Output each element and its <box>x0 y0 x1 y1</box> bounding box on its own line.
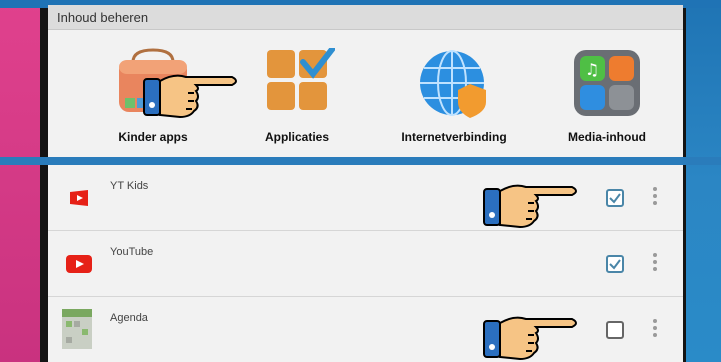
manage-content-panel: Inhoud beheren Kinder apps Applicaties I… <box>48 5 683 157</box>
category-label: Internetverbinding <box>401 130 507 144</box>
category-label: Applicaties <box>264 130 330 144</box>
svg-text:♫: ♫ <box>585 60 599 79</box>
app-grid-checkmark-icon <box>267 45 336 110</box>
app-row-agenda[interactable]: Agenda <box>48 297 683 362</box>
app-checkbox[interactable] <box>606 189 624 207</box>
panel-header: Inhoud beheren <box>48 5 683 30</box>
pointing-hand-icon <box>143 74 237 119</box>
more-options-icon[interactable] <box>651 253 659 275</box>
category-applicaties[interactable] <box>222 45 372 119</box>
calendar-icon <box>62 309 92 349</box>
more-options-icon[interactable] <box>651 319 659 341</box>
check-icon <box>609 259 621 270</box>
category-internetverbinding[interactable] <box>379 48 529 123</box>
app-row-yt-kids[interactable]: YT Kids <box>48 165 683 231</box>
youtube-icon <box>66 255 92 273</box>
globe-shield-icon <box>420 50 486 118</box>
app-name: Agenda <box>110 312 148 324</box>
category-media-inhoud[interactable]: ♫ <box>532 48 682 123</box>
media-folder-icon: ♫ <box>574 50 640 116</box>
app-name: YT Kids <box>110 180 149 192</box>
app-checkbox[interactable] <box>606 321 624 339</box>
app-name: YouTube <box>110 246 154 258</box>
check-icon <box>609 193 621 204</box>
youtube-kids-icon <box>70 190 88 206</box>
category-label: Kinder apps <box>118 130 188 144</box>
app-checkbox[interactable] <box>606 255 624 273</box>
category-label: Media-inhoud <box>568 130 646 144</box>
more-options-icon[interactable] <box>651 187 659 209</box>
background-right <box>686 0 721 362</box>
app-list-panel: YT Kids YouTube Agenda <box>48 165 683 362</box>
pointing-hand-icon <box>483 184 577 229</box>
divider-band <box>0 157 721 165</box>
app-row-youtube[interactable]: YouTube <box>48 231 683 297</box>
background-left <box>0 0 40 362</box>
pointing-hand-icon <box>483 316 577 361</box>
